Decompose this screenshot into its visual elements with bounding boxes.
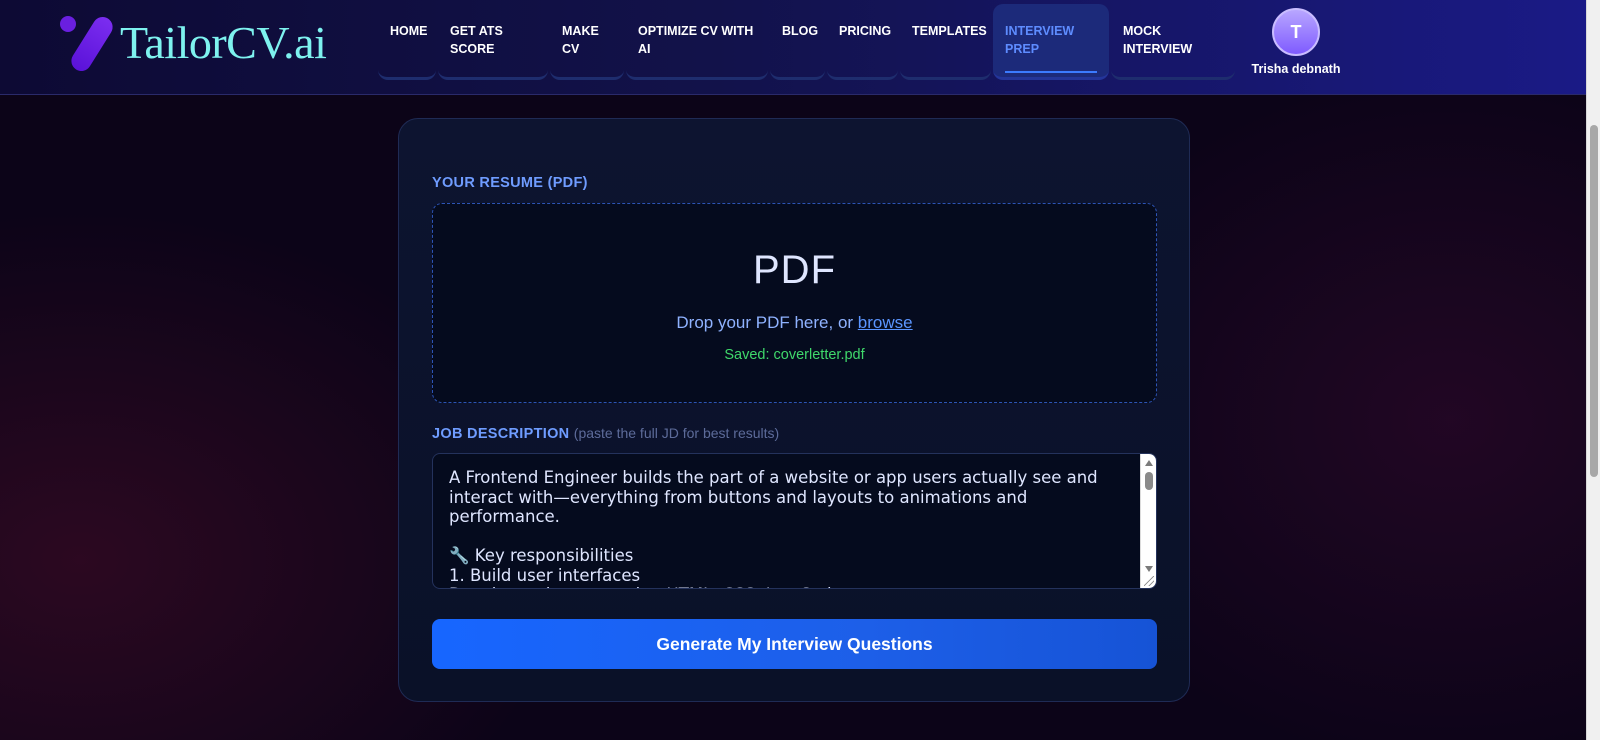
page-scroll-thumb[interactable] <box>1590 125 1598 477</box>
avatar[interactable]: T <box>1272 8 1320 56</box>
jd-scrollbar[interactable] <box>1140 454 1156 588</box>
resize-handle-icon[interactable] <box>1144 576 1154 586</box>
nav-item-blog[interactable]: BLOG <box>770 4 825 80</box>
scroll-up-arrow-icon[interactable] <box>1145 460 1153 466</box>
nav-item-interview-prep[interactable]: INTERVIEW PREP <box>993 4 1109 80</box>
nav-item-optimize-cv[interactable]: OPTIMIZE CV WITH AI <box>626 4 768 80</box>
pdf-title: PDF <box>753 248 836 292</box>
saved-file-status: Saved: coverletter.pdf <box>724 347 865 363</box>
drop-prompt: Drop your PDF here, or browse <box>433 313 1156 333</box>
nav-item-get-ats-score[interactable]: GET ATS SCORE <box>438 4 548 80</box>
main-nav: HOME GET ATS SCORE MAKE CV OPTIMIZE CV WIT… <box>378 4 1237 82</box>
logo-dot <box>60 16 76 32</box>
browse-link[interactable]: browse <box>858 313 913 332</box>
page-scrollbar[interactable] <box>1586 0 1600 740</box>
resume-section-label: YOUR RESUME (PDF) <box>432 175 588 191</box>
user-menu[interactable]: T Trisha debnath <box>1236 8 1356 76</box>
job-description-textarea[interactable]: A Frontend Engineer builds the part of a… <box>432 453 1157 589</box>
interview-prep-card: YOUR RESUME (PDF) PDF Drop your PDF here… <box>398 118 1190 702</box>
job-description-value[interactable]: A Frontend Engineer builds the part of a… <box>449 468 1129 588</box>
jd-section-label: JOB DESCRIPTION (paste the full JD for b… <box>432 425 779 442</box>
nav-item-mock-interview[interactable]: MOCK INTERVIEW <box>1111 4 1235 80</box>
jd-hint: (paste the full JD for best results) <box>573 425 780 441</box>
nav-item-templates[interactable]: TEMPLATES <box>900 4 991 80</box>
drop-prompt-text: Drop your PDF here, or <box>676 313 858 332</box>
nav-item-home[interactable]: HOME <box>378 4 436 80</box>
scroll-down-arrow-icon[interactable] <box>1145 566 1153 572</box>
top-header: TailorCV.ai HOME GET ATS SCORE MAKE CV OPT… <box>0 0 1586 95</box>
pdf-dropzone[interactable]: PDF Drop your PDF here, or browse Saved:… <box>432 203 1157 403</box>
nav-item-pricing[interactable]: PRICING <box>827 4 898 80</box>
generate-questions-button[interactable]: Generate My Interview Questions <box>432 619 1157 669</box>
brand-logo[interactable]: TailorCV.ai <box>60 13 340 75</box>
brand-name: TailorCV.ai <box>120 16 327 68</box>
tailorcv-logo-icon <box>60 13 117 75</box>
nav-item-make-cv[interactable]: MAKE CV <box>550 4 624 80</box>
user-name: Trisha debnath <box>1251 62 1341 76</box>
jd-scroll-thumb[interactable] <box>1145 472 1153 490</box>
jd-label: JOB DESCRIPTION <box>432 426 570 442</box>
